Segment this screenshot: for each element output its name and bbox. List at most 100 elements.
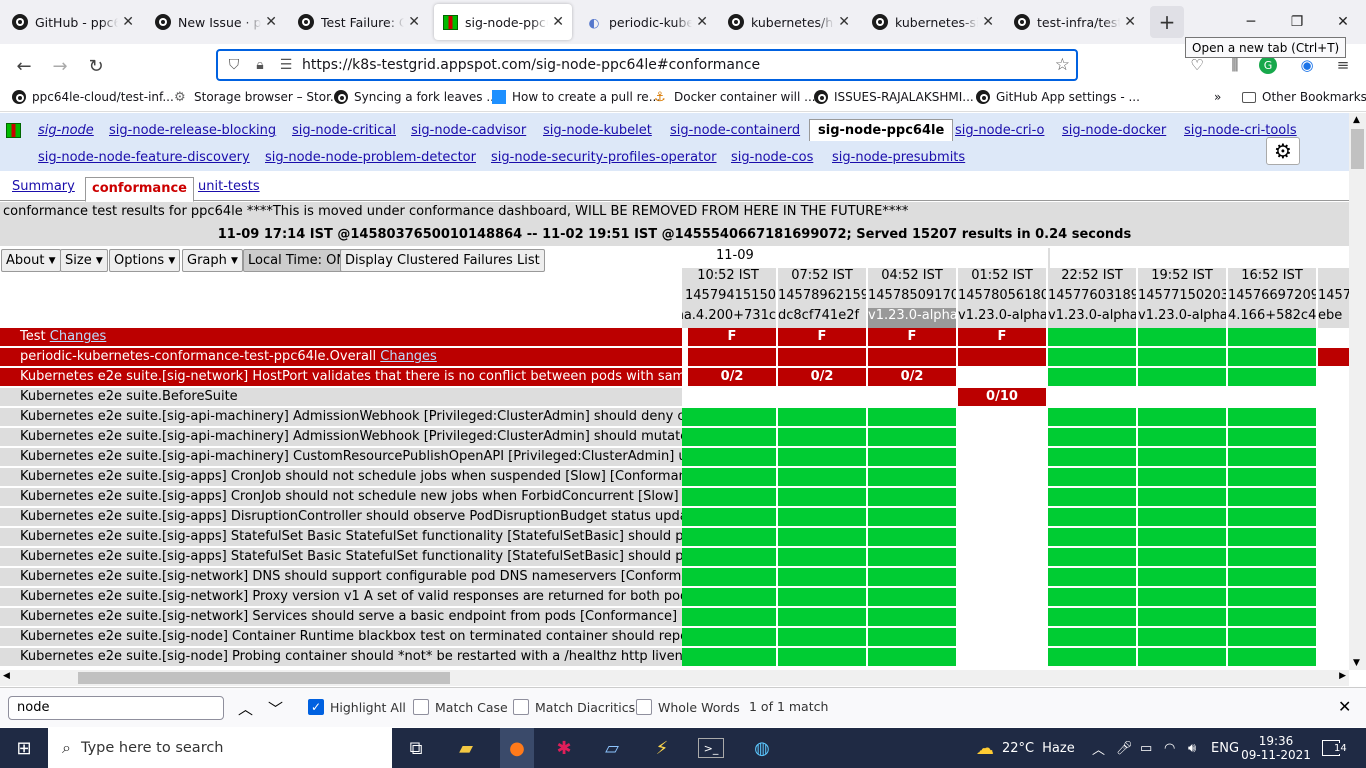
result-cell[interactable] bbox=[958, 348, 1046, 366]
tab-periodic-kubernetes[interactable]: ◐periodic-kuberne✕ bbox=[578, 4, 716, 40]
result-cell[interactable] bbox=[1228, 488, 1316, 506]
test-name[interactable]: Kubernetes e2e suite.[sig-node] Probing … bbox=[0, 648, 682, 666]
result-cell[interactable] bbox=[1318, 348, 1349, 366]
column-time-header[interactable]: 10:52 IST bbox=[682, 268, 778, 288]
url-bar[interactable]: ⛉ 🔒︎ ☰ https://k8s-testgrid.appspot.com/… bbox=[216, 49, 1078, 81]
result-cell[interactable] bbox=[1048, 428, 1136, 446]
result-cell[interactable] bbox=[1318, 628, 1349, 646]
result-cell[interactable] bbox=[868, 588, 956, 606]
test-name[interactable]: Kubernetes e2e suite.[sig-apps] CronJob … bbox=[0, 488, 682, 506]
result-cell[interactable] bbox=[1138, 408, 1226, 426]
result-cell[interactable] bbox=[1138, 368, 1226, 386]
result-cell[interactable] bbox=[688, 348, 776, 366]
bookmark-item[interactable]: ppc64le-cloud/test-inf... bbox=[12, 90, 174, 104]
scroll-up-icon[interactable]: ▲ bbox=[1353, 115, 1360, 125]
result-cell[interactable]: F bbox=[868, 328, 956, 346]
graph-dropdown[interactable]: Graph ▼ bbox=[182, 249, 243, 272]
size-dropdown[interactable]: Size ▼ bbox=[60, 249, 108, 272]
result-cell[interactable] bbox=[1318, 508, 1349, 526]
result-cell[interactable] bbox=[868, 468, 956, 486]
column-id-header[interactable]: 14578509170 bbox=[868, 288, 958, 308]
firefox-icon[interactable]: ● bbox=[500, 728, 534, 768]
result-cell[interactable] bbox=[958, 468, 1046, 486]
result-cell[interactable] bbox=[868, 388, 956, 406]
result-cell[interactable] bbox=[1318, 388, 1349, 406]
result-cell[interactable] bbox=[1138, 628, 1226, 646]
dashboard-link-sig-node-cri-o[interactable]: sig-node-cri-o bbox=[955, 123, 1044, 138]
microphone-icon[interactable]: 🎤︎ bbox=[1116, 728, 1133, 768]
match-case-checkbox[interactable]: Match Case bbox=[413, 699, 508, 715]
result-cell[interactable] bbox=[1318, 548, 1349, 566]
result-cell[interactable] bbox=[1228, 628, 1316, 646]
close-icon[interactable]: ✕ bbox=[1124, 14, 1136, 30]
result-cell[interactable] bbox=[868, 648, 956, 666]
test-name[interactable]: Kubernetes e2e suite.[sig-apps] Disrupti… bbox=[0, 508, 682, 526]
slack-icon[interactable]: ✱ bbox=[550, 734, 578, 762]
scroll-left-icon[interactable]: ◀ bbox=[3, 671, 10, 681]
result-cell[interactable] bbox=[868, 608, 956, 626]
result-cell[interactable] bbox=[1048, 448, 1136, 466]
dashboard-link-sig-node-cos[interactable]: sig-node-cos bbox=[731, 150, 813, 165]
result-cell[interactable] bbox=[1228, 608, 1316, 626]
result-cell[interactable] bbox=[1138, 448, 1226, 466]
column-id-header[interactable]: 1457 bbox=[1318, 288, 1349, 308]
column-version-header[interactable]: v1.23.0-alpha. bbox=[958, 308, 1048, 328]
reload-icon[interactable]: ↻ bbox=[82, 52, 110, 80]
result-cell[interactable] bbox=[1318, 608, 1349, 626]
dashboard-link-sig-node-node-feature-discovery[interactable]: sig-node-node-feature-discovery bbox=[38, 150, 250, 165]
column-time-header[interactable]: 01:52 IST bbox=[958, 268, 1048, 288]
result-cell[interactable] bbox=[1318, 588, 1349, 606]
result-cell[interactable] bbox=[688, 508, 776, 526]
result-cell[interactable] bbox=[958, 408, 1046, 426]
result-cell[interactable] bbox=[688, 608, 776, 626]
result-cell[interactable] bbox=[1048, 468, 1136, 486]
whole-words-checkbox[interactable]: Whole Words bbox=[636, 699, 740, 715]
result-cell[interactable] bbox=[778, 608, 866, 626]
dashboard-link-sig-node-ppc64le[interactable]: sig-node-ppc64le bbox=[809, 119, 954, 141]
result-cell[interactable] bbox=[688, 448, 776, 466]
result-cell[interactable] bbox=[778, 408, 866, 426]
result-cell[interactable] bbox=[1138, 588, 1226, 606]
result-cell[interactable]: 0/2 bbox=[688, 368, 776, 386]
result-cell[interactable] bbox=[688, 488, 776, 506]
result-cell[interactable] bbox=[1138, 548, 1226, 566]
vpn-client-icon[interactable]: ◍ bbox=[748, 734, 776, 762]
result-cell[interactable] bbox=[778, 448, 866, 466]
result-cell[interactable] bbox=[778, 488, 866, 506]
notification-center[interactable]: 14 bbox=[1322, 728, 1347, 768]
column-time-header[interactable]: 04:52 IST bbox=[868, 268, 958, 288]
vertical-scrollbar[interactable]: ▲ ▼ bbox=[1349, 113, 1366, 670]
scroll-right-icon[interactable]: ▶ bbox=[1339, 671, 1346, 681]
result-cell[interactable] bbox=[778, 348, 866, 366]
result-cell[interactable] bbox=[778, 428, 866, 446]
result-cell[interactable] bbox=[1048, 648, 1136, 666]
result-cell[interactable] bbox=[688, 548, 776, 566]
terminal-icon[interactable]: >_ bbox=[698, 738, 724, 758]
test-name[interactable]: Kubernetes e2e suite.[sig-network] HostP… bbox=[0, 368, 682, 386]
column-version-header[interactable]: v1.23.0-alpha. bbox=[1048, 308, 1138, 328]
notepad-icon[interactable]: ▱ bbox=[598, 734, 626, 762]
result-cell[interactable] bbox=[868, 348, 956, 366]
test-name[interactable]: Kubernetes e2e suite.[sig-network] Servi… bbox=[0, 608, 682, 626]
result-cell[interactable] bbox=[1228, 468, 1316, 486]
windows-start-icon[interactable]: ⊞ bbox=[10, 734, 38, 762]
result-cell[interactable] bbox=[958, 588, 1046, 606]
dashboard-link-sig-node-security-profiles-operator[interactable]: sig-node-security-profiles-operator bbox=[491, 150, 717, 165]
result-cell[interactable] bbox=[1318, 428, 1349, 446]
result-cell[interactable] bbox=[1138, 468, 1226, 486]
battery-icon[interactable]: ▭ bbox=[1140, 728, 1152, 768]
result-cell[interactable] bbox=[1048, 508, 1136, 526]
result-cell[interactable] bbox=[1318, 408, 1349, 426]
result-cell[interactable] bbox=[1138, 648, 1226, 666]
weather-widget[interactable]: ☁ 22°C Haze bbox=[976, 728, 1075, 768]
result-cell[interactable]: 0/2 bbox=[778, 368, 866, 386]
changes-link[interactable]: Changes bbox=[380, 349, 437, 364]
result-cell[interactable] bbox=[1228, 388, 1316, 406]
url-text[interactable]: https://k8s-testgrid.appspot.com/sig-nod… bbox=[302, 57, 760, 73]
result-cell[interactable] bbox=[1318, 368, 1349, 386]
result-cell[interactable] bbox=[1228, 428, 1316, 446]
wifi-icon[interactable]: ◠ bbox=[1164, 728, 1175, 768]
changes-link[interactable]: Changes bbox=[50, 329, 107, 344]
result-cell[interactable] bbox=[1138, 328, 1226, 346]
column-id-header[interactable]: 14578962159 bbox=[778, 288, 868, 308]
